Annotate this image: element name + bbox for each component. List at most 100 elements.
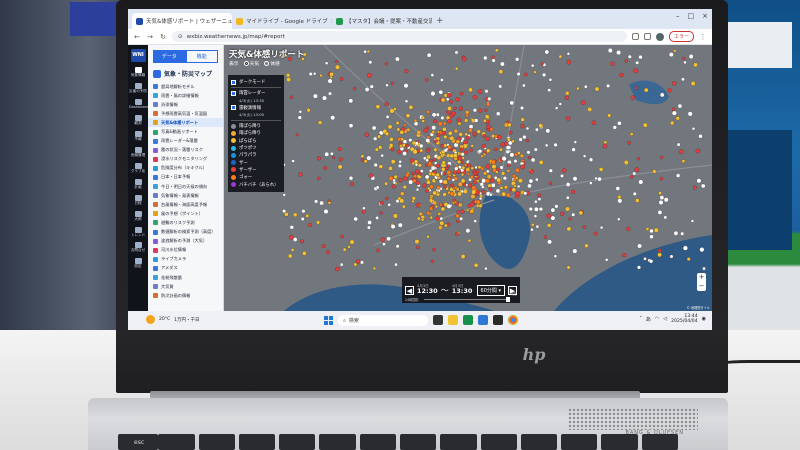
report-marker[interactable]: [457, 159, 462, 164]
report-marker[interactable]: [543, 235, 548, 239]
report-marker[interactable]: [425, 189, 430, 193]
report-marker[interactable]: [520, 117, 525, 122]
report-marker[interactable]: [389, 137, 394, 142]
report-marker[interactable]: [338, 157, 343, 162]
report-marker[interactable]: [603, 140, 608, 145]
report-marker[interactable]: [566, 226, 572, 232]
report-marker[interactable]: [629, 174, 634, 179]
report-marker[interactable]: [547, 239, 552, 245]
report-marker[interactable]: [313, 93, 318, 99]
report-marker[interactable]: [435, 190, 440, 194]
report-marker[interactable]: [553, 142, 558, 147]
report-marker[interactable]: [414, 163, 419, 167]
sidebar-item[interactable]: 風の予想（ポイント）: [148, 209, 223, 218]
report-marker[interactable]: [415, 169, 420, 174]
report-marker[interactable]: [473, 263, 479, 268]
sidebar-item[interactable]: 雨雲・風の詳細情報: [148, 91, 223, 100]
report-marker[interactable]: [501, 156, 507, 162]
report-marker[interactable]: [589, 181, 593, 185]
report-marker[interactable]: [402, 185, 407, 190]
report-marker[interactable]: [440, 115, 445, 120]
report-marker[interactable]: [406, 127, 411, 132]
report-marker[interactable]: [408, 105, 414, 110]
file-explorer-icon[interactable]: [448, 315, 458, 325]
report-marker[interactable]: [440, 144, 444, 148]
report-marker[interactable]: [446, 176, 451, 181]
report-marker[interactable]: [584, 243, 589, 248]
report-marker[interactable]: [692, 185, 697, 190]
wni-logo[interactable]: WNI: [130, 49, 146, 62]
report-marker[interactable]: [374, 147, 379, 152]
report-marker[interactable]: [626, 226, 631, 232]
report-marker[interactable]: [537, 197, 542, 201]
report-marker[interactable]: [390, 159, 396, 164]
report-marker[interactable]: [438, 89, 444, 95]
report-marker[interactable]: [460, 178, 466, 184]
report-marker[interactable]: [658, 200, 664, 205]
report-marker[interactable]: [486, 174, 492, 180]
report-marker[interactable]: [535, 127, 539, 132]
report-marker[interactable]: [282, 193, 286, 197]
report-marker[interactable]: [460, 254, 466, 259]
report-marker[interactable]: [572, 176, 578, 182]
report-marker[interactable]: [429, 206, 434, 211]
report-marker[interactable]: [431, 178, 436, 183]
report-marker[interactable]: [418, 163, 422, 168]
sidebar-item[interactable]: 波浪解析の予測（大気）: [148, 237, 223, 246]
forward-icon[interactable]: →: [146, 33, 154, 41]
slider-handle[interactable]: [506, 296, 510, 302]
report-marker[interactable]: [690, 81, 696, 86]
report-marker[interactable]: [367, 225, 371, 230]
tab-function[interactable]: 機能: [185, 50, 218, 63]
report-marker[interactable]: [550, 215, 556, 221]
report-marker[interactable]: [461, 165, 466, 170]
report-marker[interactable]: [554, 106, 559, 110]
report-marker[interactable]: [422, 183, 427, 189]
report-marker[interactable]: [652, 169, 657, 174]
report-marker[interactable]: [673, 49, 677, 53]
report-marker[interactable]: [677, 103, 683, 109]
report-marker[interactable]: [429, 215, 433, 220]
report-marker[interactable]: [421, 119, 425, 123]
report-marker[interactable]: [530, 157, 536, 163]
report-marker[interactable]: [411, 171, 415, 176]
report-marker[interactable]: [366, 72, 372, 78]
report-marker[interactable]: [435, 163, 441, 168]
minimize-icon[interactable]: –: [676, 12, 680, 20]
report-marker[interactable]: [455, 97, 460, 102]
report-marker[interactable]: [610, 61, 615, 66]
report-marker[interactable]: [348, 123, 354, 128]
report-marker[interactable]: [485, 178, 490, 184]
report-marker[interactable]: [675, 173, 681, 178]
report-marker[interactable]: [475, 170, 480, 174]
report-marker[interactable]: [375, 216, 379, 220]
report-marker[interactable]: [457, 121, 462, 126]
sidebar-item[interactable]: 防災計画の情報: [148, 291, 223, 300]
report-marker[interactable]: [478, 149, 483, 154]
report-marker[interactable]: [447, 106, 452, 111]
report-marker[interactable]: [472, 108, 477, 113]
report-marker[interactable]: [389, 143, 394, 148]
report-marker[interactable]: [636, 157, 640, 161]
report-marker[interactable]: [348, 176, 354, 181]
report-marker[interactable]: [387, 203, 391, 207]
chrome-icon[interactable]: [508, 315, 518, 325]
report-marker[interactable]: [339, 77, 344, 81]
report-marker[interactable]: [468, 124, 474, 129]
layer-rain-radar[interactable]: 雨雲レーダー: [231, 90, 281, 96]
report-marker[interactable]: [546, 213, 552, 219]
report-marker[interactable]: [375, 185, 380, 190]
report-marker[interactable]: [615, 186, 620, 191]
report-marker[interactable]: [538, 123, 544, 128]
report-marker[interactable]: [442, 127, 447, 132]
report-marker[interactable]: [465, 110, 470, 115]
report-marker[interactable]: [455, 232, 459, 236]
report-marker[interactable]: [660, 155, 664, 160]
report-marker[interactable]: [667, 88, 672, 93]
report-marker[interactable]: [500, 142, 505, 148]
sidebar-item[interactable]: 大気質: [148, 282, 223, 291]
report-marker[interactable]: [594, 86, 600, 92]
report-marker[interactable]: [531, 223, 535, 227]
report-marker[interactable]: [540, 62, 544, 66]
report-marker[interactable]: [378, 164, 383, 169]
